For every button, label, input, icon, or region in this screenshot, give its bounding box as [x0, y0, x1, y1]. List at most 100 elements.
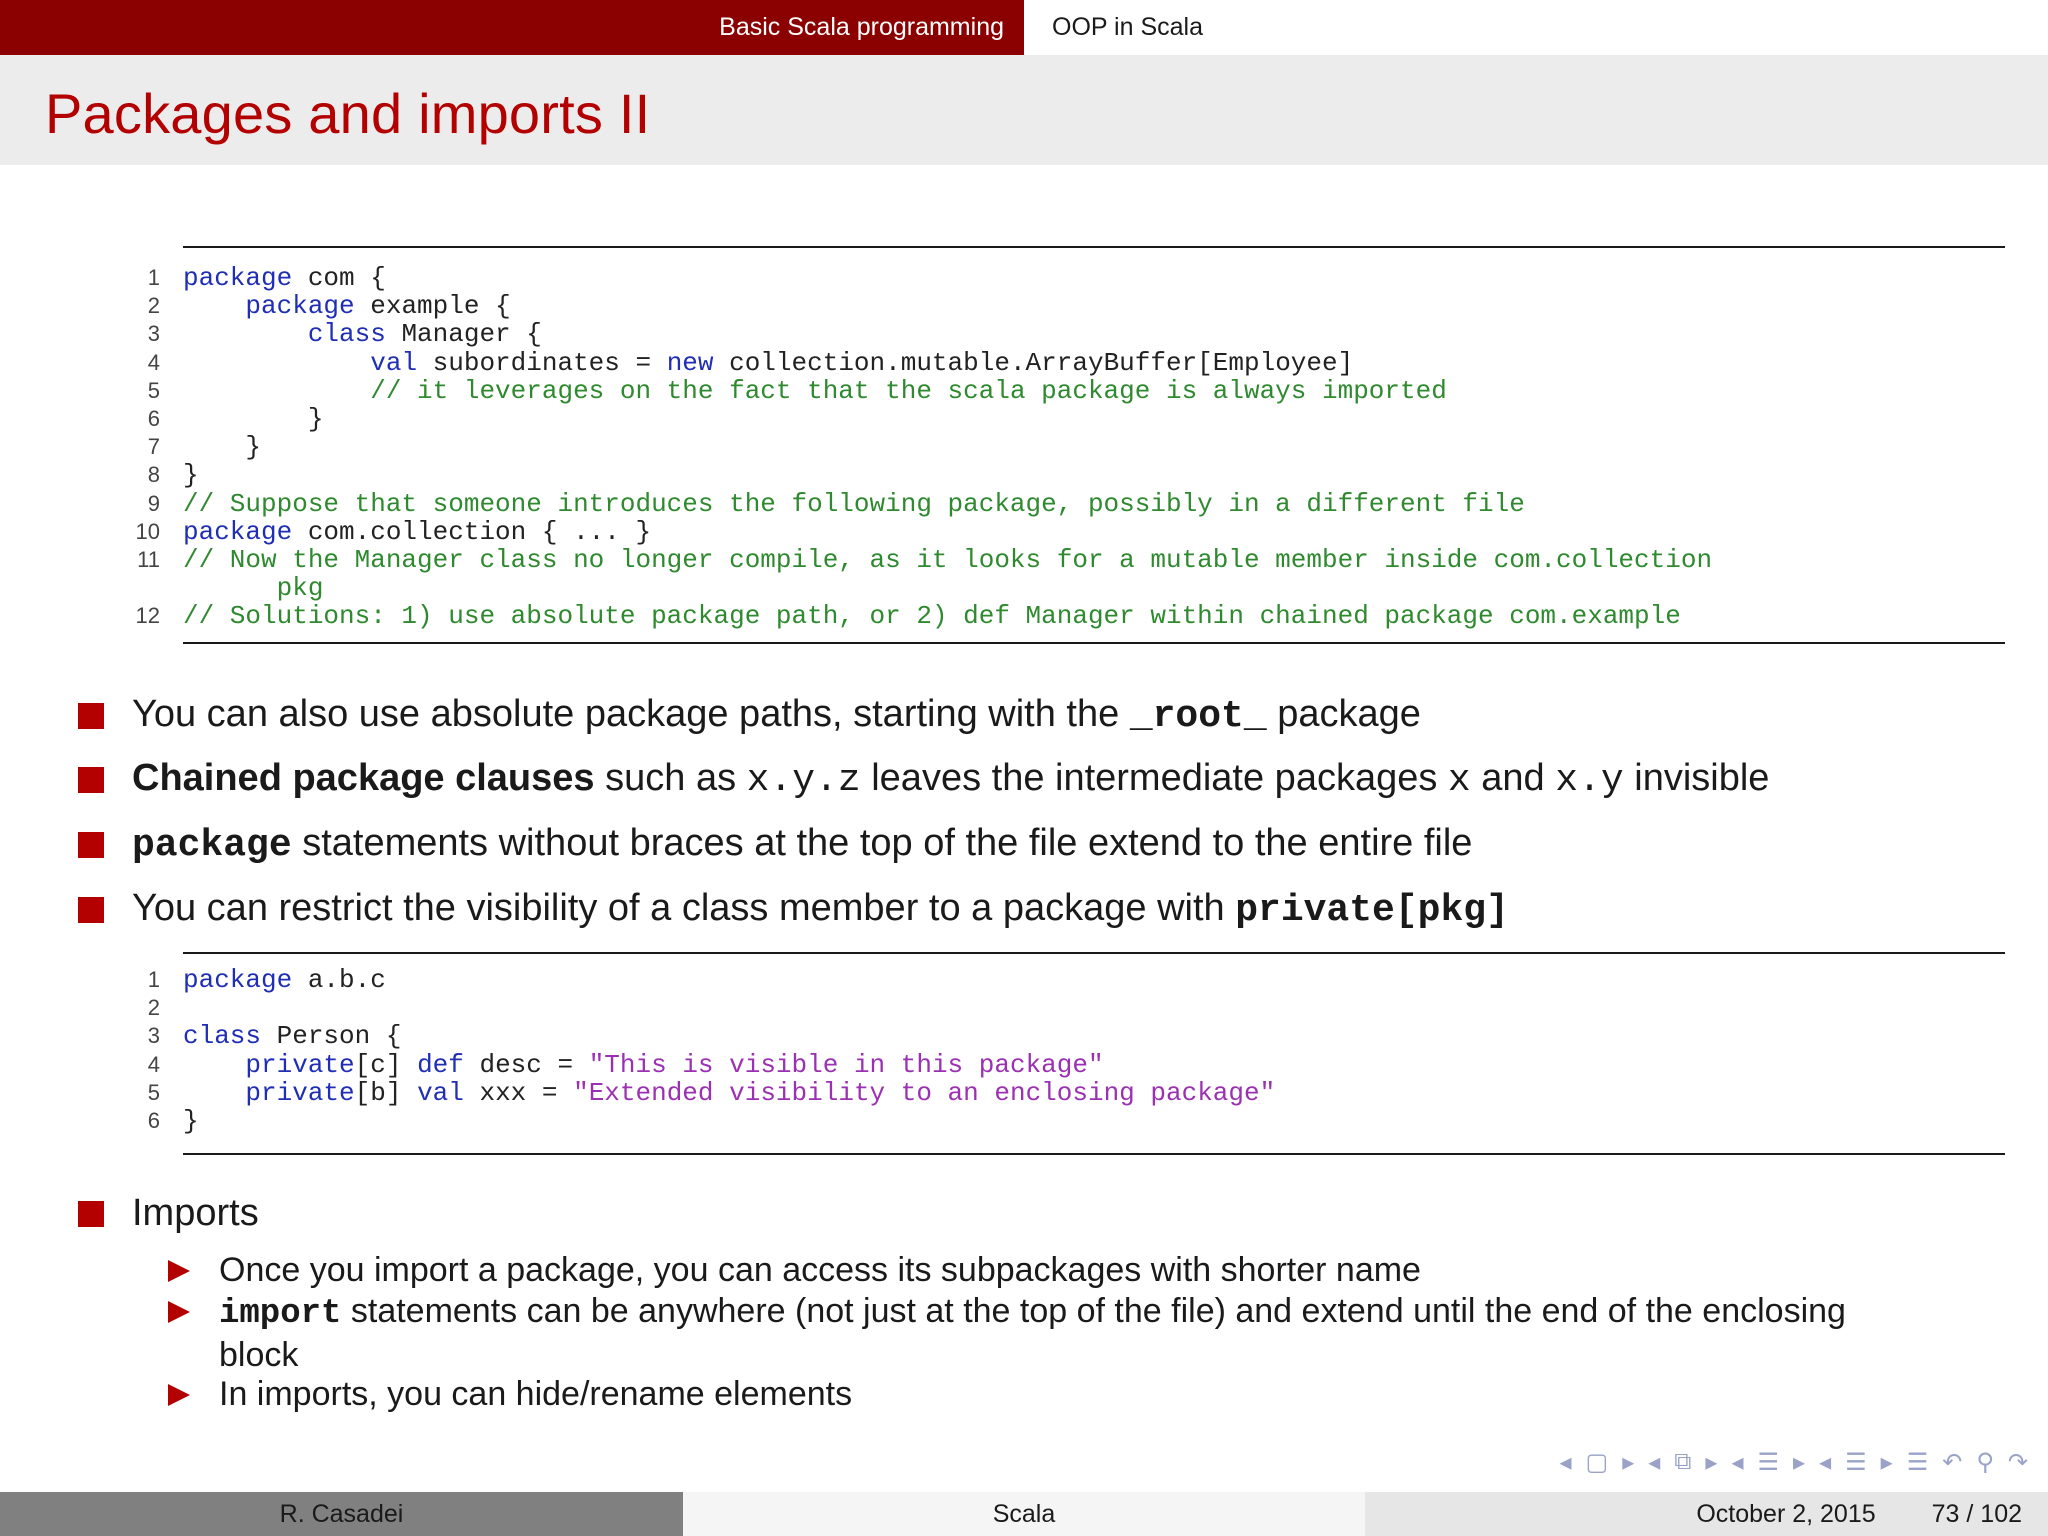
line-number: 1	[147, 265, 160, 290]
bullet-imports: Imports	[78, 1192, 259, 1235]
code-line: 4 val subordinates = new collection.muta…	[148, 347, 2005, 378]
search-icon[interactable]: ⚲	[1976, 1448, 1994, 1477]
frame-back-icon[interactable]: ◂	[1559, 1448, 1571, 1477]
subbullet-import-anywhere: import statements can be anywhere (not j…	[168, 1291, 1968, 1376]
code-token: package	[183, 516, 293, 547]
document-icon[interactable]: ☰	[1845, 1448, 1867, 1477]
bullet-text: Imports	[132, 1192, 259, 1234]
code-token: com.collection { ... }	[292, 516, 652, 547]
code-token: // Now the Manager class no longer compi…	[183, 544, 1713, 575]
code-line: 7 }	[148, 433, 2005, 461]
code-line: 5 private[b] val xxx = "Extended visibil…	[148, 1077, 2005, 1108]
code-token: [b]	[354, 1077, 418, 1108]
nav-section-current-label: Basic Scala programming	[719, 13, 1004, 41]
code-line: pkg	[183, 574, 2005, 602]
bullet-square-icon	[78, 896, 104, 923]
code-token: desc =	[463, 1049, 589, 1080]
subsection-icon[interactable]: ⧉	[1674, 1448, 1691, 1477]
code-line: 6}	[148, 1105, 2005, 1136]
section-icon[interactable]: ☰	[1758, 1448, 1780, 1477]
code-token: example {	[354, 291, 511, 322]
code-token: package	[183, 263, 293, 293]
subbullet-text: In imports, you can hide/rename elements	[219, 1375, 853, 1413]
line-number: 2	[147, 995, 160, 1021]
code-token: subordinates =	[417, 347, 667, 378]
document-forward-icon[interactable]: ▸	[1881, 1448, 1893, 1477]
code-token: private	[245, 1049, 355, 1080]
code-token: package	[245, 291, 355, 322]
code-token: class	[307, 319, 386, 350]
line-number: 11	[137, 546, 160, 572]
code-line: 10 package com.collection { ... }	[136, 516, 2005, 547]
triangle-bullet-icon	[168, 1301, 190, 1323]
bullet-square-icon	[78, 1200, 104, 1227]
code-line: 1 package a.b.c	[148, 965, 2005, 995]
line-number: 2	[147, 293, 160, 319]
document-back-icon[interactable]: ◂	[1819, 1448, 1831, 1477]
code-token: }	[183, 1105, 199, 1136]
line-number: 8	[147, 462, 160, 488]
code-token: com {	[292, 263, 386, 293]
nav-section-next-label: OOP in Scala	[1052, 13, 1204, 41]
code-token: }	[183, 403, 324, 434]
code-token: val	[370, 347, 418, 378]
code-token: // Solutions: 1) use absolute package pa…	[183, 601, 1681, 632]
code-listing-2: 1 package a.b.c 2 3 class Person {4 private[…	[148, 952, 2005, 1156]
nav-section-next[interactable]: OOP in Scala	[1024, 0, 2048, 55]
section-back-icon[interactable]: ◂	[1731, 1448, 1743, 1477]
subsection-back-icon[interactable]: ◂	[1648, 1448, 1660, 1477]
bullet-square-icon	[78, 766, 104, 793]
code-token: val	[417, 1077, 464, 1108]
line-number: 12	[135, 603, 160, 629]
line-number: 4	[147, 1051, 160, 1077]
subbullet-text: Once you import a package, you can acces…	[219, 1251, 1421, 1289]
code-line: 3 class Manager {	[148, 319, 2005, 350]
code-token: collection.mutable.ArrayBuffer[Employee]	[713, 347, 1354, 378]
code-token: Manager {	[385, 319, 542, 350]
code-token: package	[183, 965, 293, 995]
bullet-package-statements: package statements without braces at the…	[78, 822, 1472, 867]
code-token: xxx =	[463, 1077, 574, 1108]
bullet-text: Chained package clauses such as x.y.z le…	[132, 757, 1770, 802]
code-line: 8}	[148, 461, 2005, 489]
code-line: 4 private[c] def desc = "This is visible…	[148, 1049, 2005, 1080]
line-number: 3	[147, 321, 160, 347]
footer-title: Scala	[683, 1492, 1365, 1536]
code-line: 2	[148, 994, 2005, 1022]
subbullet-subpackages: Once you import a package, you can acces…	[168, 1250, 1968, 1291]
line-number: 1	[147, 967, 160, 992]
code-line: 12 // Solutions: 1) use absolute package …	[136, 601, 2005, 632]
bullet-chained-packages: Chained package clauses such as x.y.z le…	[78, 757, 1769, 802]
beamer-navigation: ◂ ▢ ▸ ◂ ⧉ ▸ ◂ ☰ ▸ ◂ ☰ ▸ ☰ ↶ ⚲ ↷	[1559, 1448, 2028, 1477]
title-bar: Packages and imports II	[0, 55, 2048, 165]
line-number: 9	[147, 490, 160, 516]
footer-date-page: October 2, 2015 73 / 102	[1365, 1492, 2048, 1536]
bullet-text: You can restrict the visibility of a cla…	[132, 887, 1509, 932]
code-token: def	[417, 1049, 464, 1080]
back-icon[interactable]: ↶	[1942, 1448, 1962, 1477]
slide-title: Packages and imports II	[45, 82, 651, 145]
appendix-icon[interactable]: ☰	[1907, 1448, 1929, 1477]
nav-section-current[interactable]: Basic Scala programming	[0, 0, 1024, 55]
code-token: "Extended visibility to an enclosing pac…	[573, 1077, 1276, 1108]
line-number: 10	[135, 518, 160, 544]
line-number: 6	[147, 405, 160, 431]
code-line: 5 // it leverages on the fact that the s…	[148, 377, 2005, 405]
forward-icon[interactable]: ↷	[2008, 1448, 2028, 1477]
code-token: class	[183, 1021, 262, 1052]
triangle-bullet-icon	[168, 1384, 190, 1406]
section-forward-icon[interactable]: ▸	[1793, 1448, 1805, 1477]
frame-icon[interactable]: ▢	[1586, 1448, 1609, 1477]
code-line: 2 package example {	[148, 291, 2005, 322]
line-number: 4	[147, 349, 160, 375]
subbullet-text: import statements can be anywhere (not j…	[219, 1292, 1846, 1374]
subsection-forward-icon[interactable]: ▸	[1705, 1448, 1717, 1477]
code-line: 11 // Now the Manager class no longer com…	[137, 544, 2005, 575]
footer-date: October 2, 2015	[1696, 1499, 1876, 1528]
frame-forward-icon[interactable]: ▸	[1622, 1448, 1634, 1477]
triangle-bullet-icon	[168, 1260, 190, 1282]
code-token: a.b.c	[292, 965, 386, 995]
